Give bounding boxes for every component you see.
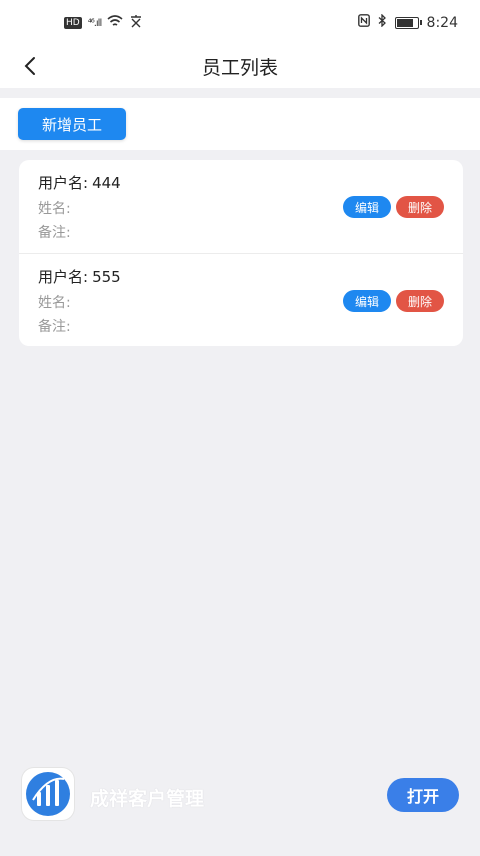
list-item: 用户名: 444 姓名: 备注: 编辑 删除	[19, 160, 463, 253]
edit-button[interactable]: 编辑	[343, 290, 391, 312]
remark-label: 备注:	[38, 319, 71, 335]
status-right: 8:24	[357, 13, 458, 31]
name-label: 姓名:	[38, 201, 71, 217]
delete-button[interactable]: 删除	[396, 290, 444, 312]
username-line: 用户名: 444	[38, 172, 121, 193]
nav-bar: 员工列表	[0, 44, 480, 88]
list-item: 用户名: 555 姓名: 备注: 编辑 删除	[19, 253, 463, 346]
app-open-banner: 成祥客户管理 打开	[0, 758, 480, 838]
page-title: 员工列表	[201, 57, 278, 79]
username-label: 用户名:	[38, 268, 89, 286]
nfc-icon	[357, 14, 370, 31]
edit-button[interactable]: 编辑	[343, 196, 391, 218]
clock: 8:24	[426, 14, 458, 31]
username-label: 用户名:	[38, 174, 89, 192]
toolbar: 新增员工	[0, 98, 480, 150]
status-left: HD ⁴⁶.ıll	[64, 14, 143, 32]
bluetooth-icon	[378, 13, 387, 31]
status-bar: HD ⁴⁶.ıll 8:24	[0, 0, 480, 44]
remark-label: 备注:	[38, 225, 71, 241]
hd-badge: HD	[64, 17, 82, 29]
username-line: 用户名: 555	[38, 266, 121, 287]
username-value: 444	[92, 174, 121, 192]
wifi-icon	[107, 14, 123, 32]
battery-icon	[394, 16, 422, 29]
language-icon	[129, 14, 143, 32]
signal-icon: ⁴⁶.ıll	[87, 17, 102, 29]
app-logo	[22, 768, 74, 820]
employee-list: 用户名: 444 姓名: 备注: 编辑 删除 用户名: 555 姓名: 备注: 编辑…	[19, 160, 463, 346]
delete-button[interactable]: 删除	[396, 196, 444, 218]
app-name: 成祥客户管理	[90, 788, 205, 810]
name-label: 姓名:	[38, 295, 71, 311]
open-app-button[interactable]: 打开	[387, 778, 459, 812]
username-value: 555	[92, 268, 121, 286]
add-employee-button[interactable]: 新增员工	[18, 108, 126, 140]
